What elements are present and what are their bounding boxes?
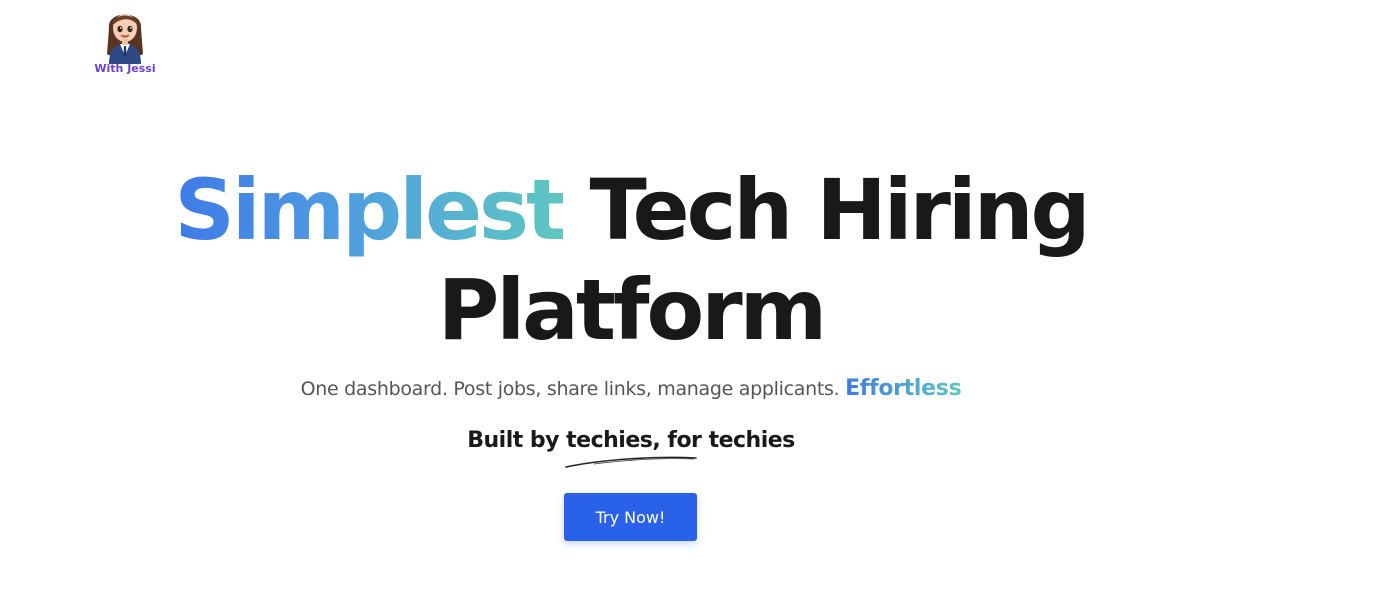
logo-caption: With Jessi <box>94 62 156 75</box>
hero-title-highlight: Simplest <box>174 161 566 259</box>
hero-subtitle-highlight: Effortless <box>845 376 962 401</box>
logo-link[interactable]: With Jessi <box>92 0 158 78</box>
try-now-button[interactable]: Try Now! <box>564 493 697 541</box>
landing-page: With Jessi Simplest Tech Hiring Platform … <box>0 0 1379 597</box>
hero-title: Simplest Tech Hiring Platform <box>0 160 1262 360</box>
hero-subtitle-text: One dashboard. Post jobs, share links, m… <box>300 378 840 400</box>
avatar-icon <box>107 14 143 64</box>
hero-title-line1: Tech Hiring <box>589 161 1090 259</box>
hero-tagline: Built by techies, for techies <box>467 428 795 453</box>
underline-swoosh-icon <box>565 456 697 468</box>
hero-title-line2: Platform <box>437 261 827 359</box>
hero-subtitle: One dashboard. Post jobs, share links, m… <box>0 376 1262 401</box>
